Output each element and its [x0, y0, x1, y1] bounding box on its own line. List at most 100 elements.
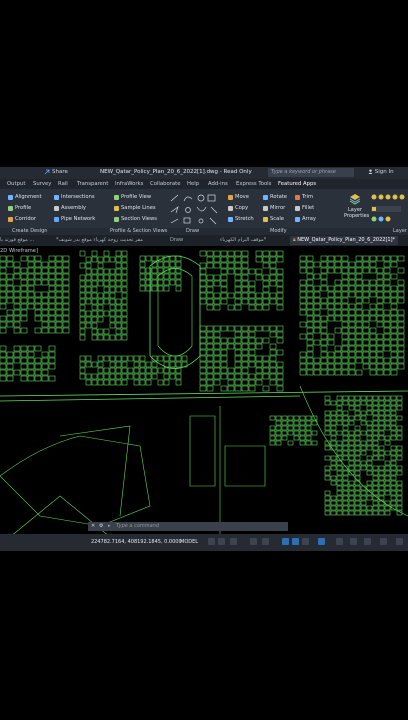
- parcel: [55, 273, 63, 280]
- file-tab-1[interactable]: موقع فورتد با ...: [0, 237, 34, 243]
- parcel: [383, 273, 391, 280]
- parcel: [121, 274, 128, 281]
- isolate-icon[interactable]: [364, 538, 371, 545]
- move-button[interactable]: Move: [228, 194, 249, 200]
- units-icon[interactable]: [350, 538, 357, 545]
- parcel: [362, 321, 370, 328]
- polar-icon[interactable]: [250, 538, 257, 545]
- close-icon[interactable]: ✕: [91, 522, 95, 531]
- parcel: [366, 495, 373, 501]
- drawing-canvas[interactable]: [0, 246, 408, 537]
- stretch-button[interactable]: Stretch: [228, 216, 254, 222]
- parcel: [376, 321, 384, 328]
- customize-icon[interactable]: [380, 538, 387, 545]
- file-tab-3[interactable]: Draw: [170, 237, 183, 243]
- command-input[interactable]: Type a command: [116, 522, 159, 531]
- tab-collaborate[interactable]: Collaborate: [150, 181, 181, 187]
- parcel: [390, 445, 397, 451]
- share-button[interactable]: Share: [44, 169, 68, 175]
- drawing-viewport[interactable]: 2D Wireframe]: [0, 246, 408, 537]
- tab-help[interactable]: Help: [187, 181, 199, 187]
- parcel: [376, 303, 384, 310]
- parcel: [327, 351, 335, 358]
- parcel: [348, 435, 355, 441]
- parcel: [384, 490, 391, 496]
- sample-lines-button[interactable]: Sample Lines: [114, 205, 156, 211]
- tab-transparent[interactable]: Transparent: [77, 181, 108, 187]
- panel-draw[interactable]: Draw: [186, 228, 199, 234]
- mirror-button[interactable]: Mirror: [263, 205, 285, 211]
- settings-icon[interactable]: ⚙: [99, 522, 103, 531]
- search-input[interactable]: Type a keyword or phrase: [268, 168, 354, 177]
- command-line[interactable]: ✕ ⚙ ▸ Type a command: [88, 522, 288, 531]
- profile-view-button[interactable]: Profile View: [114, 194, 151, 200]
- panel-modify[interactable]: Modify: [270, 228, 287, 234]
- model-space-button[interactable]: MODEL: [180, 539, 198, 545]
- parcel: [287, 420, 294, 426]
- isodraft-icon[interactable]: [262, 538, 269, 545]
- rotate-button[interactable]: Rotate: [263, 194, 287, 200]
- parcel: [220, 286, 228, 293]
- parcel: [13, 267, 21, 274]
- file-tab-2[interactable]: *مقر تحديث زوجة كهرباء موقع بدر شوبف: [56, 237, 143, 243]
- parcel: [34, 267, 42, 274]
- workspace-icon[interactable]: [336, 538, 343, 545]
- alignment-button[interactable]: Alignment: [8, 194, 42, 200]
- parcel: [79, 292, 86, 299]
- file-tab-4[interactable]: موقف الترام الكهرباء*: [220, 237, 266, 243]
- parcel: [306, 339, 314, 346]
- tab-express-tools[interactable]: Express Tools: [236, 181, 271, 187]
- parcel: [199, 286, 207, 293]
- panel-create-design[interactable]: Create Design: [12, 228, 47, 234]
- snap-icon[interactable]: [218, 538, 225, 545]
- profile-button[interactable]: Profile: [8, 205, 31, 211]
- corridor-button[interactable]: Corridor: [8, 216, 36, 222]
- array-button[interactable]: Array: [295, 216, 316, 222]
- parcel: [85, 274, 92, 281]
- copy-button[interactable]: Copy: [228, 205, 248, 211]
- annotation-icon[interactable]: [318, 538, 325, 545]
- layer-tools-icon[interactable]: [370, 193, 408, 223]
- panel-profile-section-views[interactable]: Profile & Section Views: [110, 228, 167, 234]
- panel-layer[interactable]: Layer: [393, 228, 407, 234]
- ortho-icon[interactable]: [230, 538, 237, 545]
- parcel: [103, 280, 110, 287]
- lineweight-icon[interactable]: [302, 538, 309, 545]
- tab-rail[interactable]: Rail: [58, 181, 68, 187]
- tab-output[interactable]: Output: [7, 181, 25, 187]
- tab-infraworks[interactable]: InfraWorks: [115, 181, 143, 187]
- grid-icon[interactable]: [208, 538, 215, 545]
- intersections-button[interactable]: Intersections: [54, 194, 95, 200]
- scale-button[interactable]: Scale: [263, 216, 284, 222]
- parcel: [378, 420, 385, 426]
- fillet-button[interactable]: Fillet: [295, 205, 314, 211]
- draw-tools-icon[interactable]: [168, 193, 222, 227]
- assembly-button[interactable]: Assembly: [54, 205, 86, 211]
- parcel: [336, 430, 343, 436]
- road-line: [189, 415, 216, 487]
- osnap-icon[interactable]: [282, 538, 289, 545]
- pipe-network-button[interactable]: Pipe Network: [54, 216, 95, 222]
- trim-button[interactable]: Trim: [295, 194, 313, 200]
- parcel: [97, 310, 104, 317]
- otrack-icon[interactable]: [292, 538, 299, 545]
- lock-icon: 🔒︎: [293, 237, 296, 243]
- menu-icon[interactable]: [396, 538, 403, 545]
- signin-button[interactable]: Sign In: [368, 169, 394, 175]
- parcel: [115, 274, 122, 281]
- section-views-button[interactable]: Section Views: [114, 216, 157, 222]
- parcel: [360, 490, 367, 496]
- file-tab-active[interactable]: 🔒︎ NEW_Qatar_Policy_Plan_20_6_2022[1]*: [290, 236, 399, 245]
- viewport-label[interactable]: 2D Wireframe]: [0, 248, 38, 254]
- parcel: [48, 279, 56, 286]
- parcel: [276, 349, 284, 356]
- parcel: [234, 280, 242, 287]
- tab-addins[interactable]: Add-ins: [208, 181, 228, 187]
- parcel: [342, 440, 349, 446]
- layer-properties-button[interactable]: Layer Properties: [344, 193, 369, 219]
- tab-survey[interactable]: Survey: [33, 181, 51, 187]
- sample-lines-label: Sample Lines: [121, 205, 156, 211]
- parcel: [115, 322, 122, 329]
- tab-featured-apps[interactable]: Featured Apps: [278, 181, 316, 187]
- parcel: [376, 309, 384, 316]
